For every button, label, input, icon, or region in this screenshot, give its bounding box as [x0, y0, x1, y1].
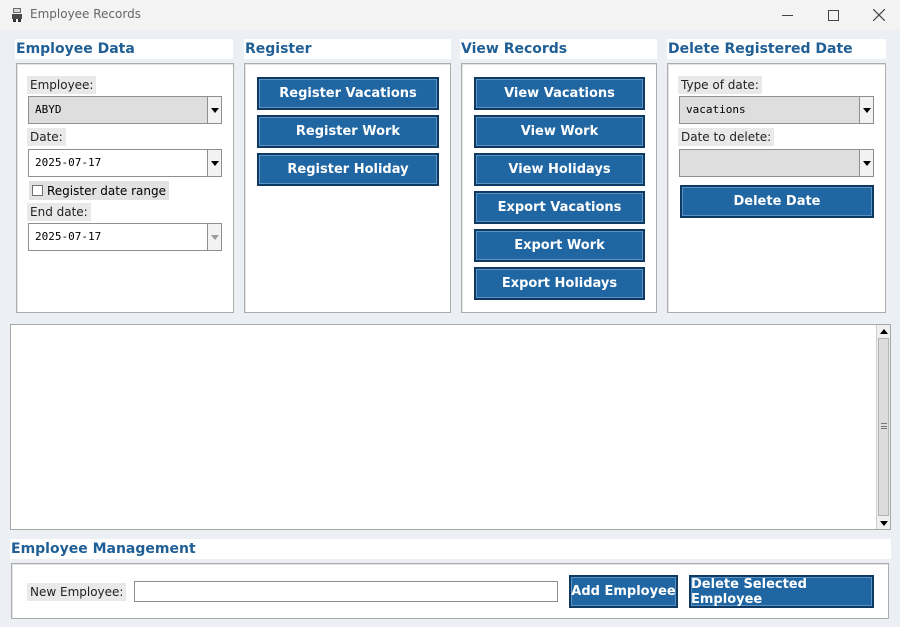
register-heading: Register [244, 39, 451, 59]
chevron-down-icon[interactable] [859, 97, 873, 123]
scroll-up-button[interactable] [877, 325, 890, 337]
export-vacations-button[interactable]: Export Vacations [474, 191, 645, 224]
close-button[interactable] [856, 0, 900, 30]
new-employee-label: New Employee: [27, 583, 127, 601]
maximize-button[interactable] [810, 0, 856, 30]
triangle-down-icon [879, 520, 888, 526]
employee-management-panel: New Employee: Add Employee Delete Select… [11, 563, 889, 619]
employee-data-heading: Employee Data [15, 39, 233, 59]
scroll-thumb[interactable] [878, 338, 889, 516]
employee-figure-icon [12, 8, 22, 22]
chevron-down-icon[interactable] [207, 150, 221, 176]
close-icon [873, 9, 885, 21]
register-vacations-button[interactable]: Register Vacations [257, 77, 439, 110]
register-range-checkbox[interactable]: Register date range [29, 181, 169, 200]
register-range-label: Register date range [47, 183, 166, 198]
end-date-label: End date: [27, 203, 91, 221]
view-records-panel: View Vacations View Work View Holidays E… [461, 63, 657, 313]
output-scrollbar[interactable] [876, 325, 890, 529]
employee-select[interactable]: ABYD [28, 96, 222, 124]
minimize-button[interactable] [764, 0, 810, 30]
triangle-up-icon [879, 328, 888, 334]
employee-label: Employee: [27, 76, 97, 94]
date-field-value: 2025-07-17 [35, 156, 102, 169]
delete-selected-employee-button[interactable]: Delete Selected Employee [689, 575, 874, 608]
chevron-down-icon[interactable] [207, 97, 221, 123]
delete-date-button[interactable]: Delete Date [680, 185, 874, 218]
end-date-field-value: 2025-07-17 [35, 230, 102, 243]
grip-icon [881, 423, 887, 429]
chevron-down-icon[interactable] [859, 150, 873, 176]
employee-select-value: ABYD [35, 103, 62, 116]
export-work-button[interactable]: Export Work [474, 229, 645, 262]
employee-management-heading: Employee Management [10, 539, 891, 559]
window-title: Employee Records [30, 7, 141, 21]
view-work-button[interactable]: View Work [474, 115, 645, 148]
date-field[interactable]: 2025-07-17 [28, 149, 222, 177]
end-date-field[interactable]: 2025-07-17 [28, 223, 222, 251]
register-holiday-button[interactable]: Register Holiday [257, 153, 439, 186]
register-work-button[interactable]: Register Work [257, 115, 439, 148]
minimize-icon [781, 14, 793, 16]
new-employee-input[interactable] [134, 581, 558, 602]
records-output-area[interactable] [10, 324, 891, 530]
window-client: Employee Data Employee: ABYD Date: 2025-… [0, 30, 900, 627]
export-holidays-button[interactable]: Export Holidays [474, 267, 645, 300]
type-of-date-value: vacations [686, 103, 746, 116]
scroll-down-button[interactable] [877, 517, 890, 529]
type-of-date-select[interactable]: vacations [679, 96, 874, 124]
view-holidays-button[interactable]: View Holidays [474, 153, 645, 186]
view-records-heading: View Records [460, 39, 657, 59]
date-to-delete-select[interactable] [679, 149, 874, 177]
add-employee-button[interactable]: Add Employee [569, 575, 678, 608]
checkbox-box[interactable] [32, 185, 43, 196]
employee-data-panel: Employee: ABYD Date: 2025-07-17 Register… [16, 63, 234, 313]
title-bar: Employee Records [0, 0, 900, 30]
date-to-delete-label: Date to delete: [678, 128, 775, 146]
maximize-icon [827, 9, 839, 21]
delete-date-panel: Type of date: vacations Date to delete: … [667, 63, 886, 313]
view-vacations-button[interactable]: View Vacations [474, 77, 645, 110]
register-panel: Register Vacations Register Work Registe… [244, 63, 451, 313]
chevron-down-icon[interactable] [207, 224, 221, 250]
type-of-date-label: Type of date: [678, 76, 762, 94]
date-label: Date: [27, 128, 66, 146]
delete-date-heading: Delete Registered Date [667, 39, 886, 59]
